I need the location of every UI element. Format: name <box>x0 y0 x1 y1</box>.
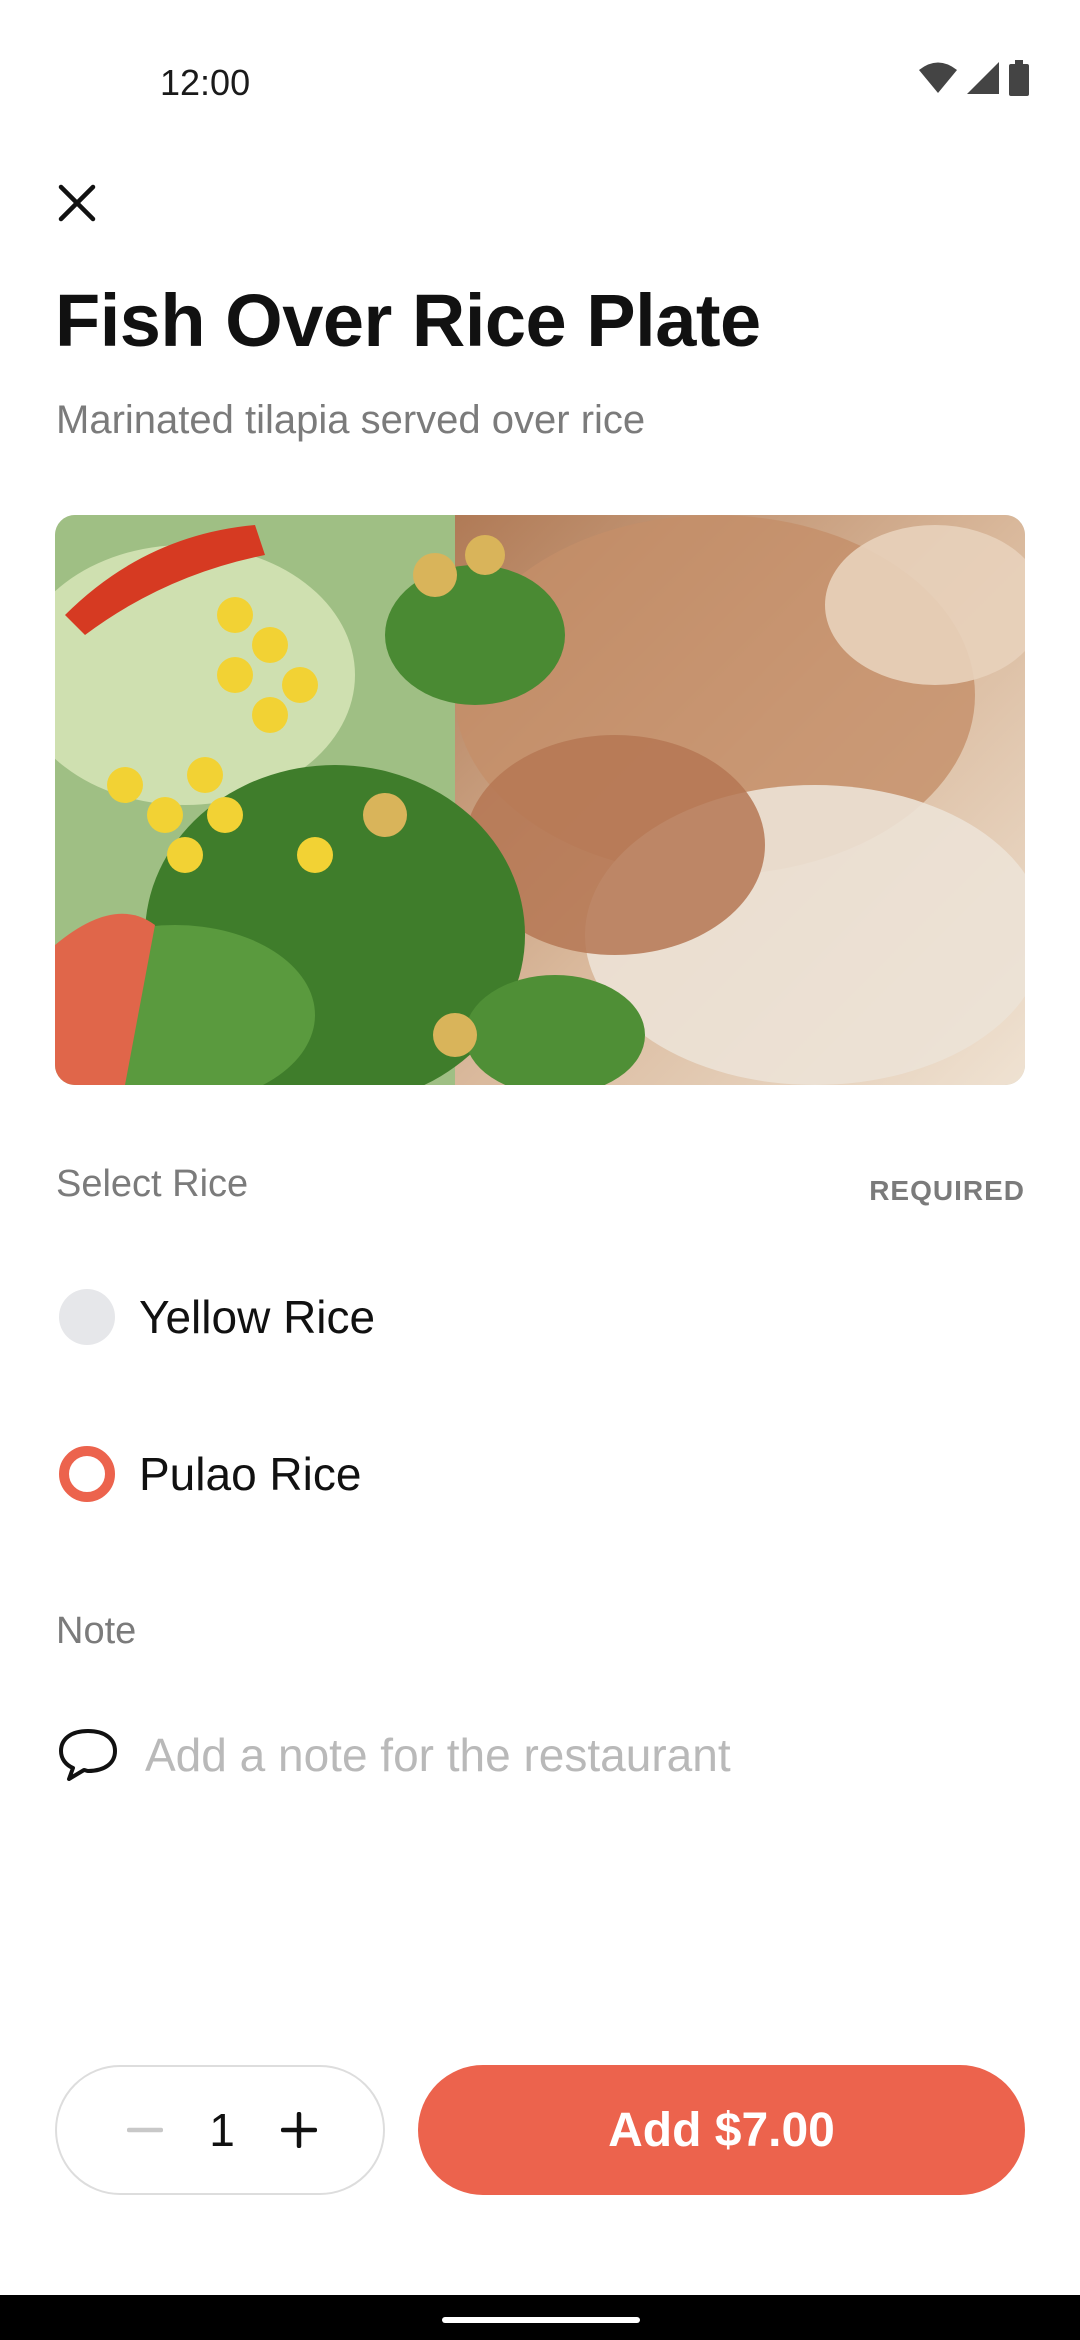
home-indicator[interactable] <box>442 2317 640 2323</box>
page-title: Fish Over Rice Plate <box>55 279 761 362</box>
quantity-value: 1 <box>209 2104 235 2156</box>
rice-option-label: Yellow Rice <box>139 1291 376 1343</box>
rice-option-yellow[interactable]: Yellow Rice <box>55 1262 1025 1372</box>
item-description: Marinated tilapia served over rice <box>56 398 646 442</box>
plus-icon <box>281 2112 317 2148</box>
signal-icon <box>967 62 999 94</box>
radio-button[interactable] <box>59 1289 115 1345</box>
decrease-quantity-button[interactable] <box>123 2108 167 2152</box>
increase-quantity-button[interactable] <box>277 2108 321 2152</box>
status-time: 12:00 <box>160 62 251 103</box>
status-icons <box>918 60 1030 96</box>
quantity-stepper: 1 <box>55 2065 385 2195</box>
minus-icon <box>127 2127 163 2133</box>
close-icon <box>58 184 96 222</box>
status-bar: 12:00 <box>0 0 1080 170</box>
battery-icon <box>1009 60 1029 96</box>
rice-option-label: Pulao Rice <box>139 1448 362 1500</box>
required-badge: REQUIRED <box>869 1175 1025 1206</box>
wifi-icon <box>919 62 957 93</box>
note-label: Note <box>56 1610 137 1652</box>
note-input[interactable] <box>145 1728 1005 1782</box>
rice-option-pulao[interactable]: Pulao Rice <box>55 1419 1025 1529</box>
close-button[interactable] <box>52 178 102 228</box>
select-rice-label: Select Rice <box>56 1163 249 1205</box>
add-to-order-button[interactable]: Add $7.00 <box>418 2065 1025 2195</box>
radio-button-selected[interactable] <box>59 1446 115 1502</box>
dish-photo <box>55 515 1025 1085</box>
note-row[interactable] <box>55 1710 1025 1800</box>
chat-bubble-icon <box>59 1729 117 1781</box>
